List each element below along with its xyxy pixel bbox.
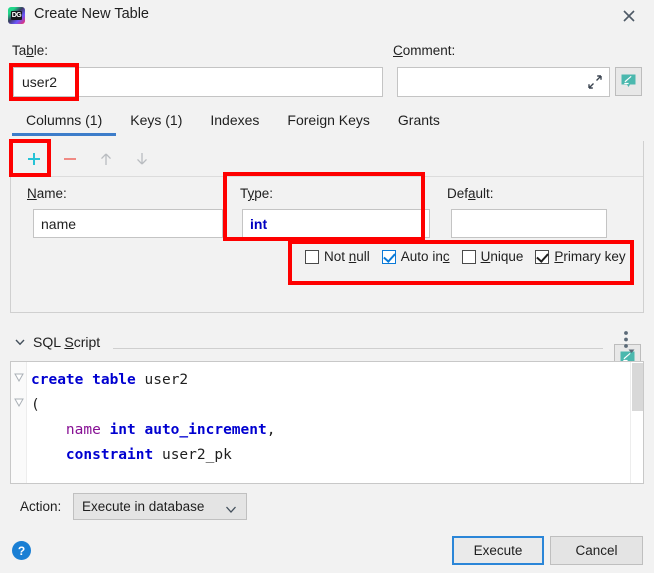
plus-icon[interactable] [25,150,43,168]
chevron-down-icon[interactable] [14,336,26,348]
execute-button[interactable]: Execute [452,536,544,565]
checkbox-box[interactable] [461,249,476,264]
sql-script-title: SQL Script [33,334,101,350]
action-select[interactable]: Execute in database [73,493,247,520]
title-bar: DG Create New Table [0,0,654,32]
sql-token: user2_pk [153,447,232,463]
comment-input[interactable] [397,67,610,97]
column-name-input[interactable] [33,209,223,238]
column-flags-row: Not null Auto inc Unique Primary key [305,249,626,264]
sql-token: , [266,422,276,438]
tab-grants[interactable]: Grants [384,112,454,136]
columns-panel: Name: Type: Default: Not null Auto inc [10,141,644,373]
checkbox-box[interactable] [535,249,550,264]
action-select-value: Execute in database [82,499,205,514]
sql-token: constraint [65,447,154,463]
tab-foreign-keys[interactable]: Foreign Keys [273,112,383,136]
scrollbar-thumb[interactable] [632,363,643,411]
table-label: Table: [12,43,49,58]
sql-token: ( [31,397,40,413]
more-options-icon[interactable] [620,330,638,356]
arrow-up-icon[interactable] [97,150,115,168]
checkbox-auto-inc[interactable]: Auto inc [381,249,450,264]
datagrip-icon: DG [8,7,25,24]
checkbox-label: Not null [324,249,370,264]
checkbox-label: Primary key [554,249,626,264]
checkbox-box[interactable] [305,249,319,264]
chevron-down-icon [225,503,237,518]
default-label: Default: [447,186,494,201]
sql-code-line: create table user2 [31,368,275,393]
tab-columns[interactable]: Columns (1) [12,112,117,136]
arrow-down-icon[interactable] [133,150,151,168]
editor-gutter [11,362,27,483]
table-name-input[interactable] [13,67,383,97]
comment-label: Comment: [393,43,456,58]
type-label: Type: [240,186,274,201]
column-default-input[interactable] [451,209,607,238]
columns-toolbar [11,141,643,177]
sql-script-header[interactable]: SQL Script [14,334,100,350]
fold-marker-icon[interactable] [14,371,24,383]
close-icon[interactable] [616,5,642,27]
checkbox-not-null[interactable]: Not null [305,249,370,264]
expand-icon[interactable] [587,74,603,90]
sql-code-line: constraint user2_pk [31,443,275,468]
checkbox-label: Auto inc [400,249,450,264]
sql-token: user2 [144,372,189,388]
help-button[interactable]: ? [12,541,31,560]
checkbox-unique[interactable]: Unique [461,249,524,264]
sql-section-divider [113,348,603,349]
entity-tabs: Columns (1) Keys (1) Indexes Foreign Key… [12,112,454,136]
tab-indexes[interactable]: Indexes [196,112,273,136]
checkbox-primary-key[interactable]: Primary key [535,249,626,264]
minus-icon[interactable] [61,150,79,168]
column-type-input[interactable] [242,209,430,238]
create-new-table-dialog: DG Create New Table Table: Comment: Colu… [0,0,654,573]
sql-token: name [65,422,101,438]
sql-editor[interactable]: create table user2 ( name int auto_increm… [10,361,644,484]
sql-code-line: ( [31,393,275,418]
page-title: Create New Table [34,6,149,22]
action-label: Action: [20,499,62,514]
checkbox-box[interactable] [381,249,396,264]
tab-keys[interactable]: Keys (1) [116,112,196,136]
checkbox-label: Unique [480,249,524,264]
fold-marker-icon[interactable] [14,396,24,408]
editor-scrollbar[interactable] [630,362,643,483]
edit-comment-icon[interactable] [615,67,642,96]
name-label: Name: [27,186,67,201]
cancel-button[interactable]: Cancel [550,536,643,565]
sql-code-line: name int auto_increment, [31,418,276,443]
sql-code[interactable]: create table user2 ( name int auto_increm… [31,368,275,468]
column-fields [11,177,643,312]
sql-token: int auto_increment [109,422,267,438]
sql-token: create table [31,372,145,388]
